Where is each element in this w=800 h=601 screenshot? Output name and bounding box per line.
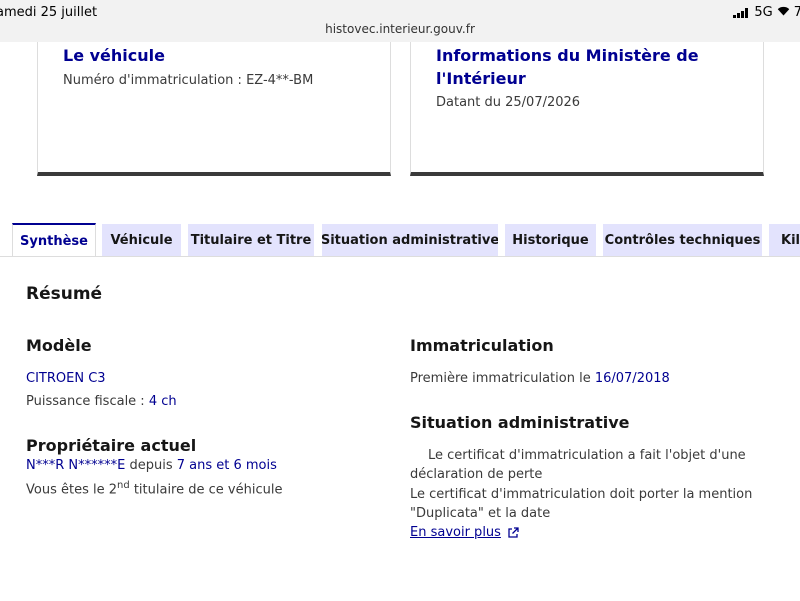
model-name: CITROEN C3 — [26, 371, 106, 386]
first-registration-date: 16/07/2018 — [594, 371, 670, 386]
admin-line3: Le certificat d'immatriculation doit por… — [410, 487, 753, 502]
status-indicators: 5G 7 — [733, 5, 800, 20]
browser-status-bar: amedi 25 juillet 5G 7 histovec.interieur… — [0, 0, 800, 42]
learn-more-link[interactable]: En savoir plus — [410, 525, 519, 540]
first-registration-label: Première immatriculation le — [410, 371, 595, 386]
ministry-card: Informations du Ministère de l'Intérieur… — [410, 42, 764, 176]
learn-more-label: En savoir plus — [410, 525, 501, 540]
owner-rank-sup: nd — [117, 480, 130, 491]
network-type: 5G — [754, 5, 773, 20]
admin-line1: Le certificat d'immatriculation a fait l… — [428, 448, 746, 463]
admin-line4: "Duplicata" et la date — [410, 506, 551, 521]
summary-heading: Résumé — [26, 284, 103, 304]
ministry-card-title: Informations du Ministère de l'Intérieur — [436, 44, 736, 90]
owner-rank-prefix: Vous êtes le 2 — [26, 482, 117, 498]
status-date: amedi 25 juillet — [0, 5, 98, 20]
address-bar-url[interactable]: histovec.interieur.gouv.fr — [0, 22, 800, 36]
synthese-panel — [0, 256, 800, 601]
tab-titulaire-titre[interactable]: Titulaire et Titre — [188, 224, 314, 256]
registration-number: Numéro d'immatriculation : EZ-4**-BM — [63, 73, 314, 88]
owner-name: N***R N******E — [26, 458, 126, 473]
fiscal-power: Puissance fiscale : 4 ch — [26, 392, 177, 411]
tab-bar: Synthèse Véhicule Titulaire et Titre Sit… — [0, 223, 800, 258]
owner-rank: Vous êtes le 2nd titulaire de ce véhicul… — [26, 476, 282, 499]
wifi-icon — [777, 5, 790, 20]
tab-controles-techniques[interactable]: Contrôles techniques — [603, 224, 762, 256]
registration-heading: Immatriculation — [410, 336, 554, 355]
battery-level: 7 — [793, 5, 800, 20]
tab-situation-administrative[interactable]: Situation administrative — [322, 224, 498, 256]
tab-vehicule[interactable]: Véhicule — [102, 224, 181, 256]
owner-heading: Propriétaire actuel — [26, 436, 197, 455]
admin-heading: Situation administrative — [410, 413, 630, 432]
external-link-icon — [508, 526, 519, 538]
fiscal-power-label: Puissance fiscale : — [26, 394, 149, 409]
vehicle-card-title: Le véhicule — [63, 46, 165, 65]
ministry-title-line2: l'Intérieur — [436, 69, 526, 88]
owner-rank-suffix: titulaire de ce véhicule — [129, 482, 283, 498]
tab-kilometrage[interactable]: Kil — [769, 224, 800, 256]
admin-line2: déclaration de perte — [410, 467, 543, 482]
ministry-title-line1: Informations du Ministère de — [436, 46, 699, 65]
signal-icon — [733, 7, 749, 18]
tab-synthese[interactable]: Synthèse — [12, 223, 96, 258]
owner-line: N***R N******E depuis 7 ans et 6 mois — [26, 456, 277, 475]
fiscal-power-value: 4 ch — [148, 394, 177, 409]
data-date: Datant du 25/07/2026 — [436, 95, 581, 110]
owner-since-value: 7 ans et 6 mois — [176, 458, 277, 473]
vehicle-card: Le véhicule Numéro d'immatriculation : E… — [37, 42, 391, 176]
first-registration: Première immatriculation le 16/07/2018 — [410, 369, 670, 388]
owner-since-label: depuis — [125, 458, 177, 473]
tab-historique[interactable]: Historique — [505, 224, 596, 256]
model-heading: Modèle — [26, 336, 92, 355]
